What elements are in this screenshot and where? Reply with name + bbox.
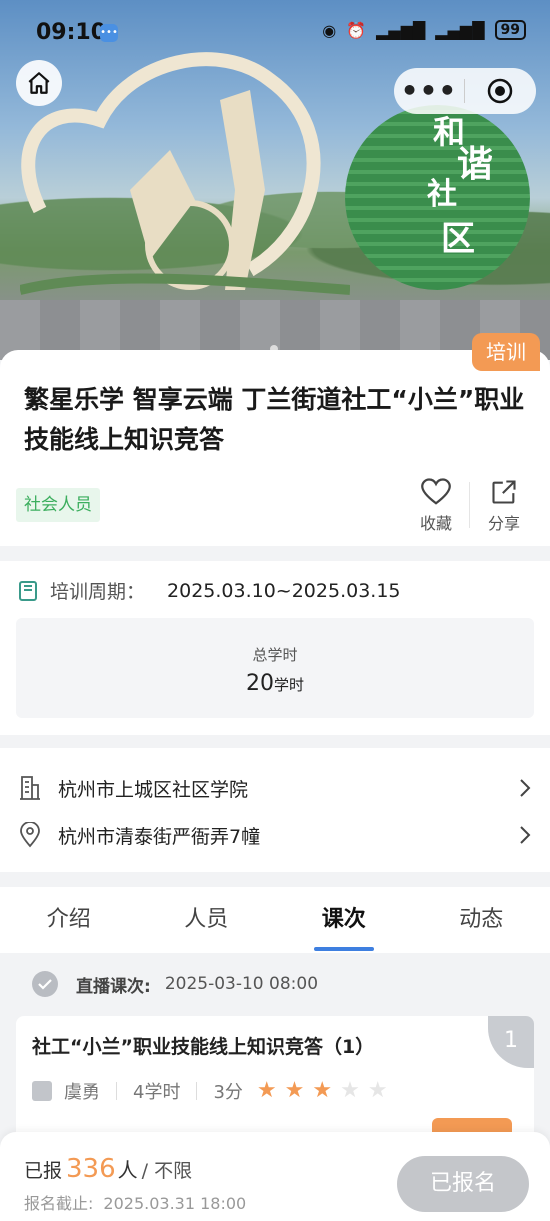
- registered-count-row: 已报 336 人 / 不限: [24, 1154, 192, 1184]
- registered-prefix: 已报: [24, 1160, 63, 1182]
- teacher-icon: [32, 1081, 52, 1101]
- institution-name: 杭州市上城区社区学院: [58, 778, 249, 801]
- lesson-hours: 4学时: [133, 1082, 181, 1103]
- share-label: 分享: [487, 514, 520, 533]
- eye-icon: ◉: [322, 20, 337, 40]
- registered-count: 336: [66, 1154, 116, 1184]
- address-row[interactable]: 杭州市清泰街严衙弄7幢: [18, 815, 532, 855]
- share-button[interactable]: 分享: [474, 478, 534, 534]
- chevron-right-icon: [520, 826, 531, 844]
- activity-header-card: 培训 繁星乐学 智享云端 丁兰街道社工“小兰”职业技能线上知识竞答 社会人员 收…: [0, 333, 550, 546]
- home-icon: [28, 72, 50, 94]
- training-period-row: 培训周期： 2025.03.10~2025.03.15: [18, 577, 401, 604]
- tab-updates-label: 动态: [459, 907, 504, 932]
- favorite-button[interactable]: 收藏: [406, 478, 466, 534]
- tab-lessons[interactable]: 课次: [275, 887, 413, 953]
- star-icon: ★: [340, 1078, 360, 1103]
- status-bar: 09:10 ••• ◉ ⏰ ▂▄▆█ ▂▄▆█ 99: [0, 0, 550, 64]
- alarm-icon: ⏰: [346, 20, 367, 40]
- live-session-row: 直播课次: 2025-03-10 08:00: [32, 971, 318, 997]
- building-icon: [20, 776, 40, 800]
- live-session-datetime: 2025-03-10 08:00: [164, 974, 319, 994]
- sign-char-2: 谐: [457, 144, 494, 185]
- meta-divider: [196, 1082, 198, 1100]
- total-hours-value-row: 20学时: [16, 671, 534, 696]
- tab-updates[interactable]: 动态: [413, 887, 550, 953]
- star-icon: ★: [312, 1078, 333, 1103]
- mini-program-capsule: •••: [394, 68, 536, 114]
- lesson-rating: ★ ★ ★ ★ ★: [257, 1080, 388, 1102]
- detail-tabs: 介绍 人员 课次 动态: [0, 887, 550, 953]
- lesson-meta: 虞勇 4学时 3分 ★ ★ ★ ★ ★: [32, 1078, 388, 1104]
- training-period-card: 培训周期： 2025.03.10~2025.03.15 总学时 20学时: [0, 561, 550, 735]
- lesson-teacher: 虞勇: [64, 1082, 100, 1103]
- battery-icon: 99: [494, 20, 526, 40]
- book-icon: [19, 580, 37, 601]
- check-circle-icon: [32, 971, 58, 997]
- active-tab-underline: [313, 947, 374, 951]
- message-icon: •••: [100, 24, 118, 42]
- total-hours-label: 总学时: [252, 646, 298, 664]
- live-session-label: 直播课次:: [76, 976, 151, 997]
- sign-char-4: 区: [441, 219, 475, 259]
- heart-icon: [421, 478, 451, 505]
- location-card: 杭州市上城区社区学院 杭州市清泰街严衙弄7幢: [0, 748, 550, 872]
- deadline-value: 2025.03.31 18:00: [103, 1194, 247, 1213]
- lesson-title: 社工“小兰”职业技能线上知识竞答（1）: [32, 1036, 375, 1058]
- register-button[interactable]: 已报名: [397, 1156, 529, 1212]
- registration-limit: / 不限: [141, 1160, 193, 1182]
- institution-row[interactable]: 杭州市上城区社区学院: [18, 768, 532, 808]
- registered-unit: 人: [117, 1158, 138, 1182]
- share-icon: [492, 480, 516, 504]
- signal-icon: ▂▄▆█: [376, 20, 426, 40]
- status-icons: ◉ ⏰ ▂▄▆█ ▂▄▆█ 99: [322, 20, 526, 40]
- status-time: 09:10: [36, 20, 107, 45]
- community-sign: 和 谐 社 区: [345, 105, 530, 290]
- training-period-value: 2025.03.10~2025.03.15: [167, 579, 401, 602]
- meta-divider: [116, 1082, 117, 1100]
- activity-title: 繁星乐学 智享云端 丁兰街道社工“小兰”职业技能线上知识竞答: [24, 385, 525, 454]
- total-hours-value: 20: [245, 671, 274, 696]
- star-icon: ★: [367, 1078, 388, 1103]
- tab-intro-label: 介绍: [46, 907, 91, 932]
- lesson-card[interactable]: 社工“小兰”职业技能线上知识竞答（1） 1 虞勇 4学时 3分 ★ ★ ★ ★ ★: [16, 1016, 534, 1146]
- favorite-label: 收藏: [419, 514, 452, 533]
- tab-people[interactable]: 人员: [138, 887, 276, 953]
- signal-icon-2: ▂▄▆█: [435, 20, 485, 40]
- more-icon[interactable]: •••: [394, 68, 464, 114]
- lesson-number-badge: 1: [488, 1016, 534, 1068]
- star-icon: ★: [284, 1078, 305, 1103]
- deadline-label: 报名截止:: [24, 1194, 94, 1213]
- location-pin-icon: [20, 822, 40, 848]
- tab-people-label: 人员: [184, 907, 229, 932]
- deadline-row: 报名截止: 2025.03.31 18:00: [24, 1190, 246, 1214]
- action-divider: [469, 482, 470, 528]
- category-tag: 培训: [472, 333, 540, 371]
- total-hours-unit: 学时: [273, 676, 304, 694]
- registration-bar: 已报 336 人 / 不限 报名截止: 2025.03.31 18:00 已报名: [0, 1132, 550, 1221]
- star-icon: ★: [256, 1078, 277, 1103]
- sign-char-3: 社: [427, 177, 457, 212]
- home-button[interactable]: [16, 60, 62, 106]
- close-mini-program-icon[interactable]: [465, 78, 535, 104]
- audience-tag: 社会人员: [16, 488, 100, 522]
- training-period-label: 培训周期：: [50, 581, 146, 603]
- tab-lessons-label: 课次: [321, 907, 366, 932]
- tab-intro[interactable]: 介绍: [0, 887, 138, 953]
- chevron-right-icon: [520, 779, 531, 797]
- sculpture-image: [20, 52, 350, 295]
- total-hours-box: 总学时 20学时: [16, 618, 534, 718]
- lesson-score: 3分: [213, 1082, 243, 1103]
- address-text: 杭州市清泰街严衙弄7幢: [58, 825, 261, 848]
